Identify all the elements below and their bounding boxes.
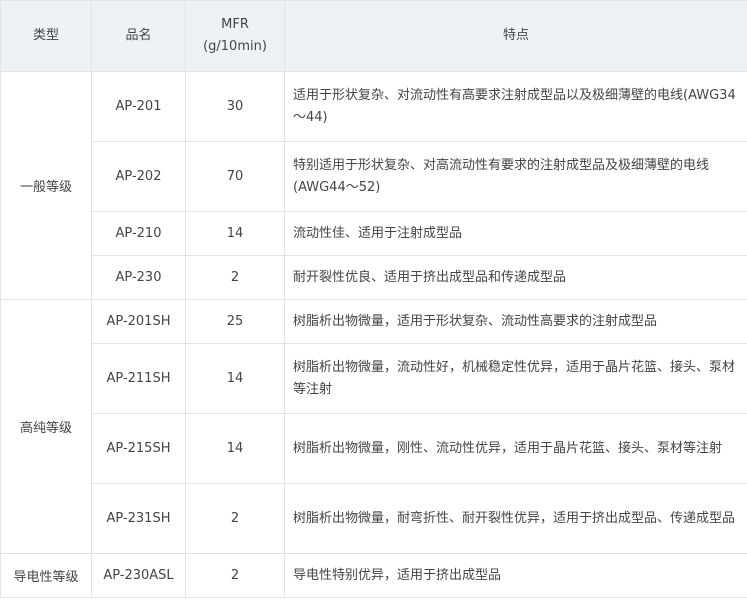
product-name: AP-201	[91, 71, 186, 142]
table-row: AP-202 70 特别适用于形状复杂、对高流动性有要求的注射成型品及极细薄壁的…	[1, 141, 747, 212]
mfr-value: 2	[185, 553, 285, 598]
header-row: 类型 品名 MFR (g/10min) 特点	[0, 0, 747, 72]
table-row: 一般等级 AP-201 30 适用于形状复杂、对流动性有高要求注射成型品以及极细…	[0, 71, 747, 300]
product-name: AP-210	[91, 211, 186, 256]
table-row: 高纯等级 AP-201SH 25 树脂析出物微量，适用于形状复杂、流动性高要求的…	[0, 299, 747, 554]
product-name: AP-211SH	[91, 343, 186, 414]
mfr-value: 30	[185, 71, 285, 142]
mfr-value: 2	[185, 255, 285, 300]
feature-text: 特别适用于形状复杂、对高流动性有要求的注射成型品及极细薄壁的电线(AWG44～5…	[284, 141, 747, 212]
mfr-value: 14	[185, 413, 285, 484]
product-name: AP-201SH	[91, 299, 186, 344]
feature-text: 耐开裂性优良、适用于挤出成型品和传递成型品	[284, 255, 747, 300]
feature-text: 树脂析出物微量，适用于形状复杂、流动性高要求的注射成型品	[284, 299, 747, 344]
table-row: AP-230 2 耐开裂性优良、适用于挤出成型品和传递成型品	[1, 255, 747, 300]
table-row: AP-210 14 流动性佳、适用于注射成型品	[1, 211, 747, 256]
header-mfr: MFR (g/10min)	[185, 0, 285, 72]
product-grade-table: 类型 品名 MFR (g/10min) 特点 一般等级 AP-201 30 适用…	[0, 0, 747, 598]
mfr-value: 2	[185, 483, 285, 554]
mfr-value: 70	[185, 141, 285, 212]
product-name: AP-231SH	[91, 483, 186, 554]
type-cell-conductive: 导电性等级	[0, 553, 92, 598]
type-cell-high-purity: 高纯等级	[0, 299, 92, 554]
mfr-value: 14	[185, 211, 285, 256]
header-mfr-line2: (g/10min)	[203, 39, 267, 54]
feature-text: 树脂析出物微量，刚性、流动性优异，适用于晶片花篮、接头、泵材等注射	[284, 413, 747, 484]
feature-text: 树脂析出物微量，流动性好，机械稳定性优异，适用于晶片花篮、接头、泵材等注射	[284, 343, 747, 414]
feature-text: 树脂析出物微量，耐弯折性、耐开裂性优异，适用于挤出成型品、传递成型品	[284, 483, 747, 554]
feature-text: 适用于形状复杂、对流动性有高要求注射成型品以及极细薄壁的电线(AWG34～44)	[284, 71, 747, 142]
header-features: 特点	[284, 0, 747, 72]
header-mfr-line1: MFR	[221, 17, 249, 32]
product-name: AP-230ASL	[91, 553, 186, 598]
mfr-value: 14	[185, 343, 285, 414]
table-row: AP-231SH 2 树脂析出物微量，耐弯折性、耐开裂性优异，适用于挤出成型品、…	[1, 483, 747, 554]
product-name: AP-230	[91, 255, 186, 300]
table-row: AP-215SH 14 树脂析出物微量，刚性、流动性优异，适用于晶片花篮、接头、…	[1, 413, 747, 484]
header-name: 品名	[91, 0, 186, 72]
type-cell-general: 一般等级	[0, 71, 92, 300]
table-row: 导电性等级 AP-230ASL 2 导电性特别优异，适用于挤出成型品	[0, 553, 747, 598]
feature-text: 导电性特别优异，适用于挤出成型品	[284, 553, 747, 598]
feature-text: 流动性佳、适用于注射成型品	[284, 211, 747, 256]
product-name: AP-202	[91, 141, 186, 212]
product-name: AP-215SH	[91, 413, 186, 484]
header-type: 类型	[0, 0, 92, 72]
table-row: AP-211SH 14 树脂析出物微量，流动性好，机械稳定性优异，适用于晶片花篮…	[1, 343, 747, 414]
mfr-value: 25	[185, 299, 285, 344]
